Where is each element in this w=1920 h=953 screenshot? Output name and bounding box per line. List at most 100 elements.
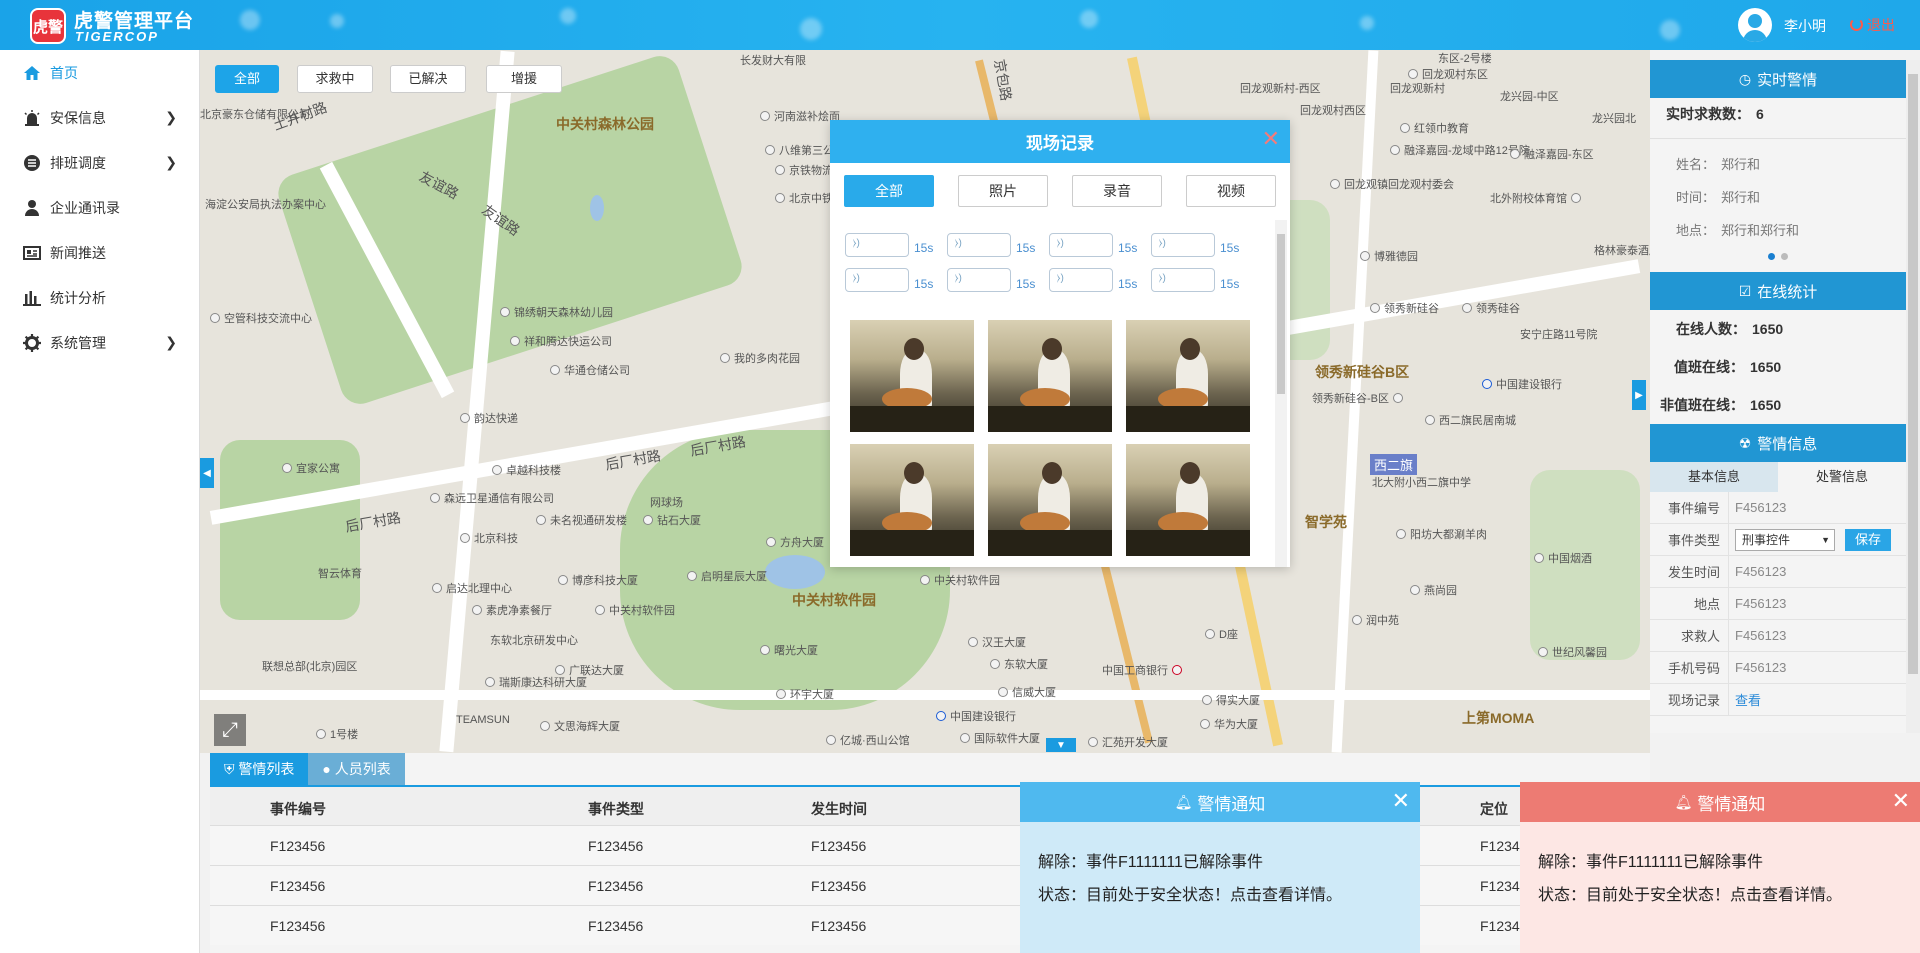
- table-row[interactable]: F123456 F123456 F123456 F1234: [210, 865, 1650, 905]
- map-poi: 中国工商银行: [1102, 662, 1186, 678]
- lake: [590, 195, 604, 221]
- caret-down-icon: ▼: [1821, 534, 1830, 545]
- photo-thumbnail[interactable]: [1126, 320, 1250, 432]
- tab-people-list[interactable]: ● 人员列表: [308, 753, 405, 785]
- alarm-info-tabs: 基本信息 处警信息: [1650, 462, 1906, 492]
- close-icon[interactable]: ✕: [1392, 788, 1410, 814]
- photo-thumbnail[interactable]: [850, 320, 974, 432]
- page-scrollbar[interactable]: [1906, 60, 1920, 733]
- photo-thumbnail[interactable]: [1126, 444, 1250, 556]
- map-poi: 得实大厦: [1202, 692, 1260, 708]
- column-header[interactable]: 发生时间: [811, 799, 867, 819]
- fullscreen-icon[interactable]: ⤢: [214, 714, 246, 746]
- audio-clip[interactable]: ⧽): [947, 268, 1011, 292]
- table-row[interactable]: F123456 F123456 F123456 F1234: [210, 905, 1650, 945]
- realtime-count: 6: [1756, 106, 1764, 122]
- audio-clip[interactable]: ⧽): [1049, 233, 1113, 257]
- modal-tab-all[interactable]: 全部: [844, 175, 934, 207]
- photo-thumbnail[interactable]: [988, 320, 1112, 432]
- modal-tab-audio[interactable]: 录音: [1072, 175, 1162, 207]
- dot[interactable]: [1781, 252, 1788, 260]
- notification-red[interactable]: 🔔︎ 警情通知 ✕ 解除：事件F1111111已解除事件 状态：目前处于安全状态…: [1520, 782, 1920, 953]
- scrollbar-thumb[interactable]: [1277, 234, 1285, 394]
- map-poi: 润中苑: [1352, 612, 1399, 628]
- collapse-left-button[interactable]: ◀: [200, 458, 214, 488]
- audio-clip[interactable]: ⧽): [845, 268, 909, 292]
- duty-row: 值班在线： 1650: [1674, 359, 1782, 375]
- expand-right-button[interactable]: ▶: [1632, 380, 1646, 410]
- photo-thumbnail[interactable]: [850, 444, 974, 556]
- map-poi: 曙光大厦: [760, 642, 818, 658]
- sidebar-item-label: 首页: [50, 64, 78, 81]
- map-poi: 龙兴园北: [1592, 113, 1636, 125]
- check-icon: ☑: [1738, 282, 1752, 299]
- tab-basic-info[interactable]: 基本信息: [1650, 462, 1778, 492]
- site-record-modal: 现场记录 ✕ 全部 照片 录音 视频 ⧽) 15s ⧽) 15s ⧽) 15s …: [830, 120, 1290, 567]
- sidebar-item-contacts[interactable]: 企业通讯录: [0, 185, 199, 230]
- map-poi: 燕尚园: [1410, 582, 1457, 598]
- map-poi: 世纪风馨园: [1538, 644, 1607, 660]
- table-row[interactable]: F123456 F123456 F123456 F1234: [210, 825, 1650, 865]
- map-poi: 领秀新硅谷-B区: [1312, 390, 1407, 406]
- sidebar-item-statistics[interactable]: 统计分析: [0, 275, 199, 320]
- tab-handle-info[interactable]: 处警信息: [1778, 462, 1906, 492]
- avatar[interactable]: [1738, 8, 1772, 42]
- audio-clip[interactable]: ⧽): [1151, 233, 1215, 257]
- sidebar-item-news[interactable]: 新闻推送: [0, 230, 199, 275]
- filter-rescuing-button[interactable]: 求救中: [297, 65, 373, 93]
- map-poi: 长发财大有限: [740, 55, 806, 67]
- carousel-dots[interactable]: [1650, 246, 1906, 266]
- user-icon: [22, 199, 42, 217]
- column-header[interactable]: 事件编号: [270, 799, 326, 819]
- audio-clip[interactable]: ⧽): [1151, 268, 1215, 292]
- modal-tab-photo[interactable]: 照片: [958, 175, 1048, 207]
- save-button[interactable]: 保存: [1845, 528, 1891, 551]
- sidebar-item-security[interactable]: 安保信息 ❯: [0, 95, 199, 140]
- map-poi: 东软大厦: [990, 656, 1048, 672]
- notification-body[interactable]: 解除：事件F1111111已解除事件 状态：目前处于安全状态！点击查看详情。: [1020, 822, 1420, 953]
- filter-reinforce-button[interactable]: 增援: [486, 65, 562, 93]
- view-record-link[interactable]: 查看: [1728, 684, 1906, 715]
- right-panel: ◷ 实时警情 实时求救数： 6 姓名： 郑行和 时间： 郑行和 地点： 郑行和郑行和 ☑…: [1650, 60, 1906, 733]
- map-poi: TEAMSUN: [456, 714, 510, 726]
- expand-bottom-button[interactable]: ▼: [1046, 738, 1076, 752]
- map-poi: 红领巾教育: [1400, 120, 1469, 136]
- map-poi: 龙兴园-中区: [1500, 91, 1559, 103]
- chevron-right-icon: ❯: [165, 154, 177, 170]
- bell-icon: 🔔︎: [1674, 793, 1693, 810]
- user-name[interactable]: 李小明: [1784, 16, 1826, 36]
- close-icon[interactable]: ✕: [1262, 126, 1280, 152]
- scrollbar-thumb[interactable]: [1908, 74, 1918, 674]
- notification-body[interactable]: 解除：事件F1111111已解除事件 状态：目前处于安全状态！点击查看详情。: [1520, 822, 1920, 953]
- map-poi: 空管科技交流中心: [210, 310, 312, 326]
- power-icon: [1850, 18, 1863, 31]
- dot-active[interactable]: [1768, 252, 1775, 260]
- audio-clip[interactable]: ⧽): [845, 233, 909, 257]
- siren-icon: ☢: [1738, 434, 1752, 451]
- audio-clip[interactable]: ⧽): [947, 233, 1011, 257]
- sidebar-item-system[interactable]: 系统管理 ❯: [0, 320, 199, 365]
- close-icon[interactable]: ✕: [1892, 788, 1910, 814]
- map-poi: 北大附小西二旗中学: [1372, 477, 1471, 489]
- filter-resolved-button[interactable]: 已解决: [390, 65, 466, 93]
- photo-thumbnail[interactable]: [988, 444, 1112, 556]
- column-header[interactable]: 事件类型: [588, 799, 644, 819]
- modal-header: 现场记录 ✕: [830, 120, 1290, 163]
- modal-tab-video[interactable]: 视频: [1186, 175, 1276, 207]
- sidebar-item-home[interactable]: 首页: [0, 50, 199, 95]
- alarm-info-header: ☢ 警情信息: [1650, 424, 1906, 462]
- tab-alarm-list[interactable]: ⛨ 警情列表: [210, 753, 309, 785]
- column-header[interactable]: 定位: [1480, 799, 1508, 819]
- audio-clip[interactable]: ⧽): [1049, 268, 1113, 292]
- modal-scrollbar[interactable]: [1275, 220, 1287, 567]
- filter-all-button[interactable]: 全部: [215, 65, 279, 93]
- notification-line: 解除：事件F1111111已解除事件: [1038, 854, 1263, 871]
- audio-wave-icon: ⧽): [1159, 238, 1166, 249]
- map-poi: 宜家公寓: [282, 460, 340, 476]
- notification-blue[interactable]: 🔔︎ 警情通知 ✕ 解除：事件F1111111已解除事件 状态：目前处于安全状态…: [1020, 782, 1420, 953]
- map-poi: 博彦科技大厦: [558, 572, 638, 588]
- map-poi: 回龙观村西区: [1300, 105, 1366, 117]
- event-type-select[interactable]: 刑事控件 ▼: [1735, 528, 1835, 551]
- sidebar-item-schedule[interactable]: 排班调度 ❯: [0, 140, 199, 185]
- logout-button[interactable]: 退出: [1850, 15, 1895, 35]
